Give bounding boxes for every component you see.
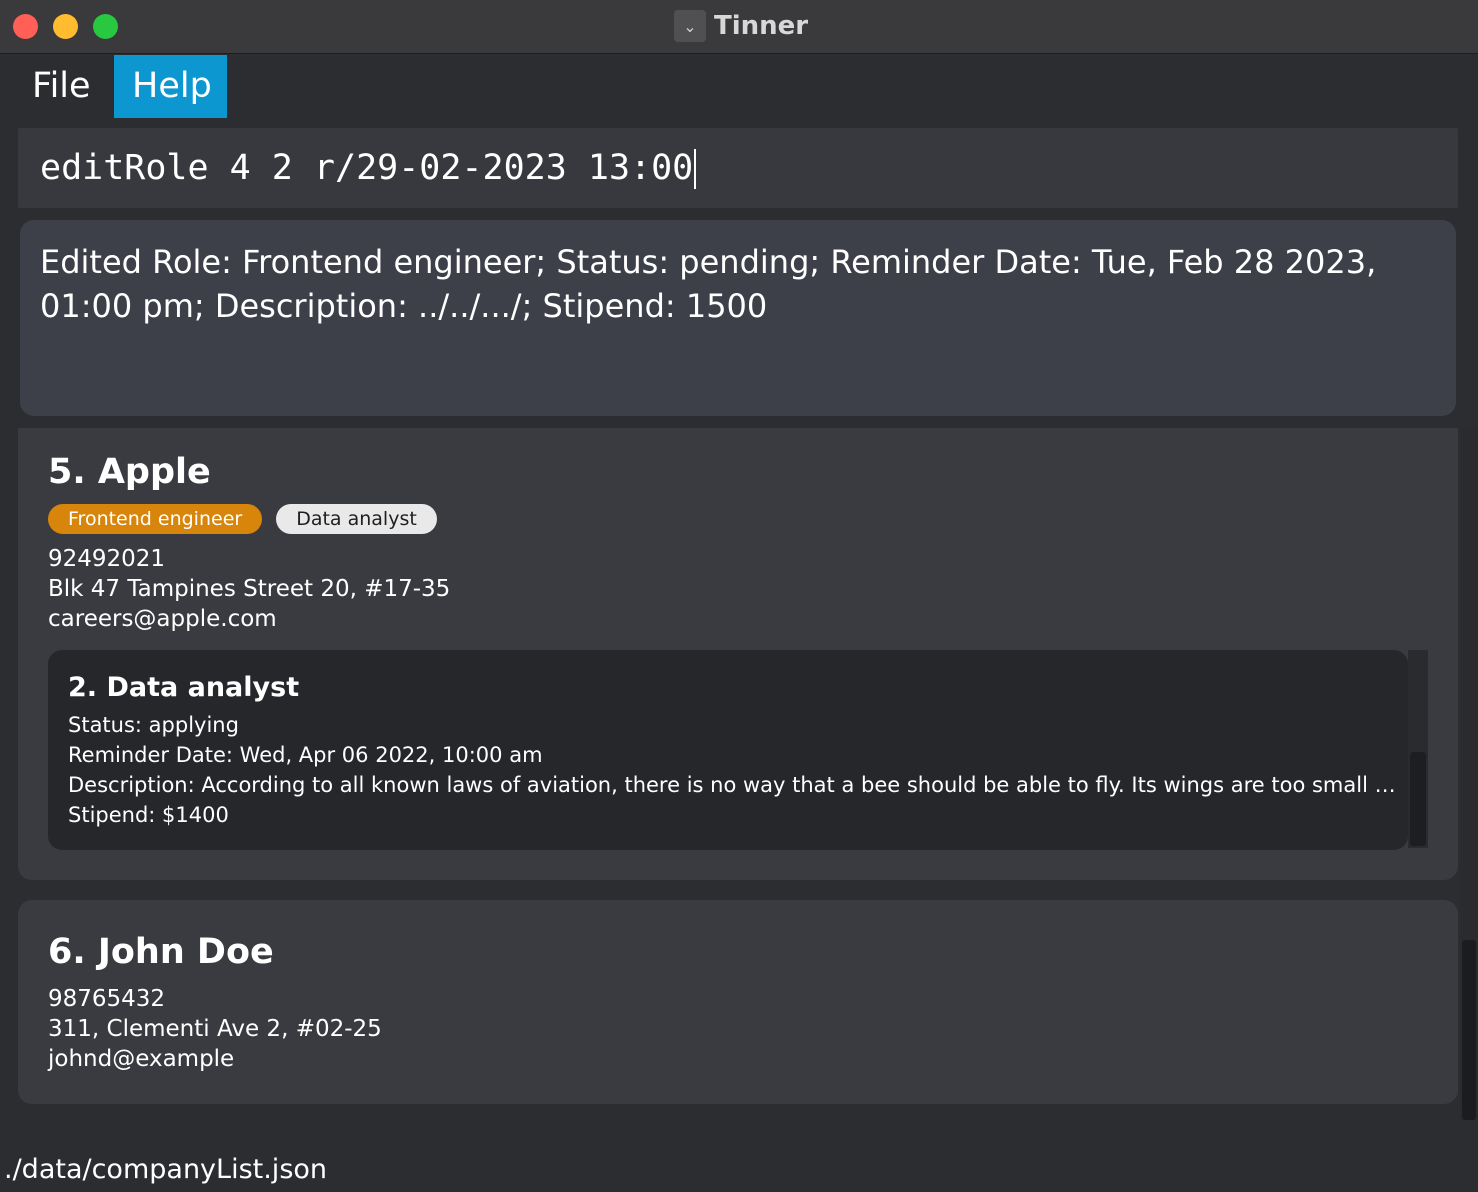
role-status: Status: applying (68, 713, 239, 737)
maximize-window-button[interactable] (93, 14, 118, 39)
role-card[interactable]: 2. Data analyst Status: applying Reminde… (48, 650, 1408, 850)
company-list-scroll-thumb[interactable] (1462, 940, 1476, 1120)
company-list[interactable]: 5. Apple Frontend engineer Data analyst … (0, 428, 1478, 1128)
window-title: Tinner (714, 11, 809, 41)
tag-data-analyst: Data analyst (276, 504, 437, 534)
tag-frontend-engineer: Frontend engineer (48, 504, 263, 534)
company-card[interactable]: 5. Apple Frontend engineer Data analyst … (18, 428, 1458, 880)
title-bar: ⌄ Tinner (0, 0, 1478, 54)
company-name: 6. John Doe (48, 932, 274, 972)
role-reminder: Reminder Date: Wed, Apr 06 2022, 10:00 a… (68, 743, 543, 767)
company-email: careers@apple.com (48, 606, 277, 632)
command-text-wrapper[interactable]: editRole 4 2 r/29-02-2023 13:00 (40, 146, 697, 190)
role-title: 2. Data analyst (68, 672, 300, 703)
close-window-button[interactable] (13, 14, 38, 39)
role-tags: Frontend engineer Data analyst (48, 504, 437, 534)
company-email: johnd@example (48, 1046, 235, 1072)
role-stipend: Stipend: $1400 (68, 803, 229, 827)
company-phone: 92492021 (48, 546, 166, 572)
result-text: Edited Role: Frontend engineer; Status: … (40, 243, 1377, 325)
company-address: 311, Clementi Ave 2, #02-25 (48, 1016, 382, 1042)
result-display: Edited Role: Frontend engineer; Status: … (20, 220, 1456, 416)
command-input[interactable]: editRole 4 2 r/29-02-2023 13:00 (18, 128, 1458, 208)
minimize-window-button[interactable] (53, 14, 78, 39)
menu-file[interactable]: File (14, 55, 109, 118)
menu-help[interactable]: Help (114, 55, 227, 118)
role-description: Description: According to all known laws… (68, 773, 1398, 797)
company-phone: 98765432 (48, 986, 166, 1012)
company-address: Blk 47 Tampines Street 20, #17-35 (48, 576, 451, 602)
company-name: 5. Apple (48, 452, 211, 492)
menu-bar: File Help (0, 55, 1478, 119)
text-caret (694, 149, 697, 189)
command-text: editRole 4 2 r/29-02-2023 13:00 (40, 148, 694, 188)
company-card[interactable]: 6. John Doe 98765432 311, Clementi Ave 2… (18, 900, 1458, 1104)
role-list-scroll-thumb[interactable] (1410, 752, 1426, 846)
status-bar: ./data/companyList.json (0, 1148, 1478, 1192)
chevron-down-icon: ⌄ (674, 10, 706, 42)
data-file-path: ./data/companyList.json (4, 1154, 328, 1185)
